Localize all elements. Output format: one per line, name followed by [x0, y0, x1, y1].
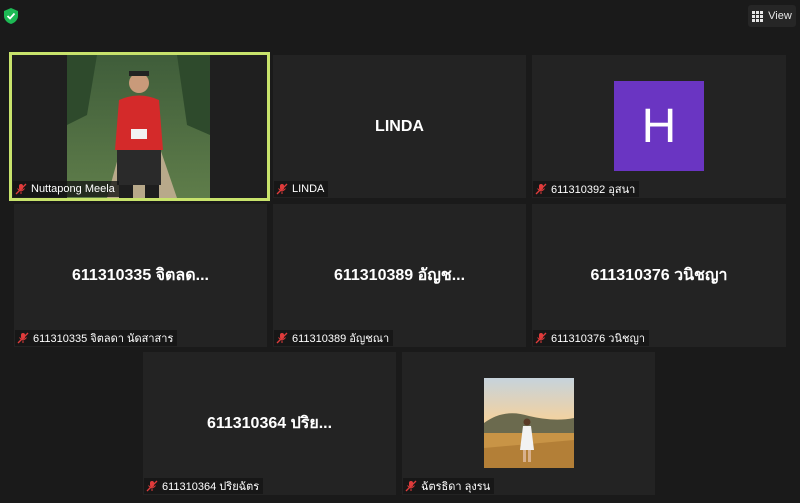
mic-muted-icon — [276, 332, 288, 344]
mic-muted-icon — [276, 183, 288, 195]
participant-display-name: 611310389 อัญช... — [333, 267, 466, 284]
mic-muted-icon — [535, 332, 547, 344]
participant-tile-chattida[interactable]: ฉัตรธิดา ลุงรน — [402, 352, 655, 495]
participant-tile-anchana[interactable]: 611310389 อัญช... 611310389 อัญชณา — [273, 204, 526, 347]
participant-tile-priyachat[interactable]: 611310364 ปริย... 611310364 ปริยฉัตร — [143, 352, 396, 495]
grid-icon — [752, 10, 764, 22]
view-button[interactable]: View — [748, 5, 796, 27]
participant-tile-usana[interactable]: H 611310392 อุสนา — [532, 55, 786, 198]
participant-name: 611310376 วนิชญา — [551, 333, 646, 345]
participant-tile-jitlada[interactable]: 611310335 จิตลด... 611310335 จิตลดา นัดส… — [14, 204, 267, 347]
shield-check-icon[interactable] — [4, 8, 18, 24]
mic-muted-icon — [15, 183, 27, 195]
participant-name: LINDA — [292, 183, 325, 195]
participant-name: ฉัตรธิดา ลุงรน — [421, 481, 491, 493]
participant-name: Nuttapong Meela — [31, 183, 115, 195]
participant-name: 611310389 อัญชณา — [292, 333, 390, 345]
participant-display-name: 611310364 ปริย... — [206, 415, 333, 432]
participant-label: 611310335 จิตลดา นัดสาสาร — [15, 330, 178, 346]
avatar: H — [614, 81, 704, 171]
mic-muted-icon — [17, 332, 29, 344]
participant-display-name: LINDA — [375, 117, 424, 135]
top-bar: View — [0, 0, 800, 34]
participant-name: 611310364 ปริยฉัตร — [162, 481, 260, 493]
participant-label: 611310364 ปริยฉัตร — [144, 478, 264, 494]
participant-name: 611310392 อุสนา — [551, 184, 636, 196]
participant-label: LINDA — [274, 181, 329, 197]
mic-muted-icon — [535, 183, 547, 195]
participant-name: 611310335 จิตลดา นัดสาสาร — [33, 333, 174, 345]
profile-photo — [484, 378, 574, 468]
participant-video — [67, 55, 210, 198]
participant-tile-wanitchaya[interactable]: 611310376 วนิชญา 611310376 วนิชญา — [532, 204, 786, 347]
participant-label: 611310376 วนิชญา — [533, 330, 650, 346]
view-button-label: View — [768, 10, 792, 22]
participant-tile-nuttapong[interactable]: Nuttapong Meela — [9, 52, 270, 201]
participant-label: ฉัตรธิดา ลุงรน — [403, 478, 495, 494]
participant-display-name: 611310376 วนิชญา — [590, 267, 728, 284]
participant-label: 611310392 อุสนา — [533, 181, 640, 197]
participant-label: Nuttapong Meela — [13, 181, 119, 197]
mic-muted-icon — [405, 480, 417, 492]
mic-muted-icon — [146, 480, 158, 492]
participant-label: 611310389 อัญชณา — [274, 330, 394, 346]
participant-display-name: 611310335 จิตลด... — [72, 267, 209, 284]
participant-tile-linda[interactable]: LINDA LINDA — [273, 55, 526, 198]
